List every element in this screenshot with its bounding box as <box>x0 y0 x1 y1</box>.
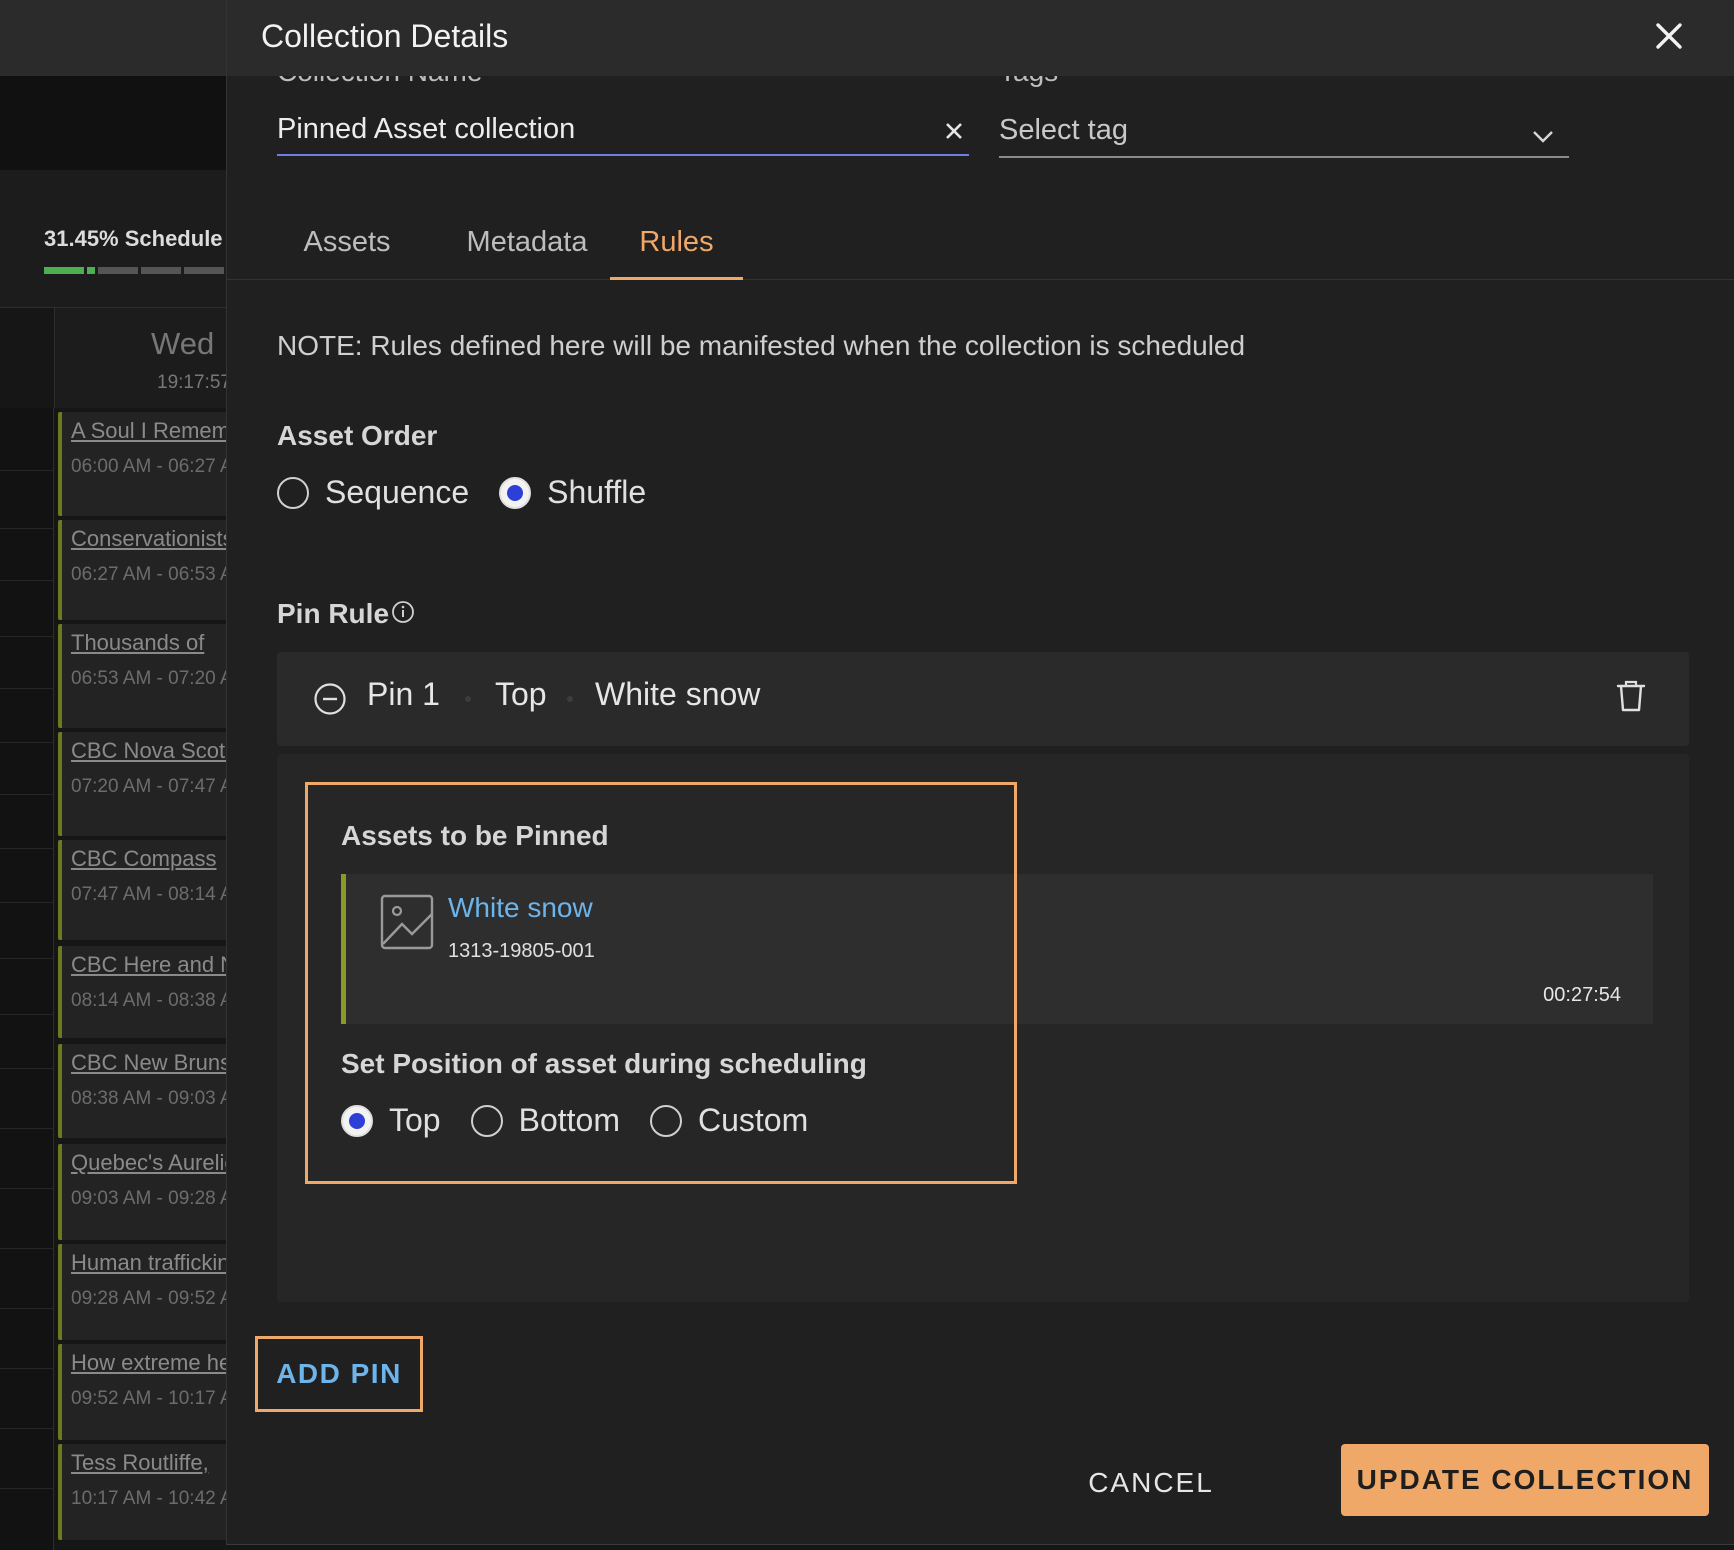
update-collection-button[interactable]: UPDATE COLLECTION <box>1341 1444 1709 1516</box>
asset-id: 1313-19805-001 <box>448 940 595 962</box>
pin-position: Top <box>495 676 547 712</box>
event-title[interactable]: CBC Nova Scotia <box>71 738 240 764</box>
tab-assets[interactable]: Assets <box>277 196 417 280</box>
position-radio-group: Top Bottom Custom <box>341 1102 838 1139</box>
tab-rules[interactable]: Rules <box>610 196 743 280</box>
event-title[interactable]: CBC New Brunswick <box>71 1050 240 1076</box>
radio-label: Custom <box>697 1102 809 1138</box>
scheduler-background: 31.45% Schedule Wed 19:17:57 A Soul I Re… <box>0 0 240 1550</box>
radio-circle[interactable] <box>277 476 309 509</box>
chevron-down-icon <box>1533 131 1553 143</box>
schedule-progress-bar <box>44 267 224 274</box>
schedule-event[interactable]: CBC Compass 07:47 AM - 08:14 AM <box>58 840 240 940</box>
info-icon[interactable] <box>391 600 415 624</box>
schedule-event[interactable]: Human trafficking 09:28 AM - 09:52 AM <box>58 1244 240 1340</box>
event-time: 07:47 AM - 08:14 AM <box>71 884 240 905</box>
asset-order-radio-group: Sequence Shuffle <box>277 474 676 511</box>
schedule-event[interactable]: Quebec's Aurelie 09:03 AM - 09:28 AM <box>58 1144 240 1240</box>
cancel-button[interactable]: CANCEL <box>1069 1448 1233 1518</box>
event-title[interactable]: How extreme heat <box>71 1350 240 1376</box>
collection-details-dialog: Collection Details Collection Name Tags … <box>226 0 1734 1545</box>
radio-label: Shuffle <box>547 474 647 510</box>
event-title[interactable]: Thousands of <box>71 630 240 656</box>
event-time: 09:28 AM - 09:52 AM <box>71 1288 240 1309</box>
event-title[interactable]: CBC Compass <box>71 846 240 872</box>
scheduler-topbar <box>0 0 240 76</box>
event-time: 08:14 AM - 08:38 AM <box>71 990 240 1011</box>
radio-bottom[interactable]: Bottom <box>470 1102 620 1139</box>
pin-name: Pin 1 <box>367 676 440 712</box>
event-time: 06:53 AM - 07:20 AM <box>71 668 240 689</box>
day-name: Wed <box>151 326 215 361</box>
collapse-icon[interactable] <box>313 682 347 716</box>
pin-asset-name: White snow <box>595 676 761 712</box>
schedule-event[interactable]: CBC Nova Scotia 07:20 AM - 07:47 AM <box>58 732 240 836</box>
tag-select[interactable]: Select tag <box>999 106 1569 158</box>
day-column-header: Wed 19:17:57 <box>54 308 240 408</box>
event-title[interactable]: Conservationists <box>71 526 240 552</box>
image-placeholder-icon <box>380 894 434 950</box>
rules-note: NOTE: Rules defined here will be manifes… <box>277 330 1246 361</box>
event-title[interactable]: Tess Routliffe, <box>71 1450 240 1476</box>
schedule-event[interactable]: Tess Routliffe, 10:17 AM - 10:42 AM <box>58 1444 240 1540</box>
radio-custom[interactable]: Custom <box>649 1102 809 1139</box>
asset-order-label: Asset Order <box>277 420 438 451</box>
radio-circle[interactable] <box>499 476 532 509</box>
schedule-event[interactable]: A Soul I Remember 06:00 AM - 06:27 AM <box>58 412 240 516</box>
event-time: 06:27 AM - 06:53 AM <box>71 564 240 585</box>
time-gutter <box>0 408 54 1550</box>
asset-duration: 00:27:54 <box>1543 984 1621 1006</box>
event-title[interactable]: Human trafficking <box>71 1250 240 1276</box>
tab-bar: Assets Metadata Rules <box>227 196 1734 280</box>
add-pin-button[interactable]: ADD PIN <box>255 1336 423 1412</box>
assets-to-be-pinned-label: Assets to be Pinned <box>341 820 609 851</box>
tag-select-placeholder: Select tag <box>999 114 1128 146</box>
event-time: 06:00 AM - 06:27 AM <box>71 456 240 477</box>
day-time: 19:17:57 <box>157 372 231 393</box>
radio-circle[interactable] <box>470 1104 503 1137</box>
collection-name-input[interactable] <box>277 104 969 154</box>
radio-label: Sequence <box>325 474 470 510</box>
pin-rule-label: Pin Rule <box>277 598 390 629</box>
event-time: 08:38 AM - 09:03 AM <box>71 1088 240 1109</box>
dialog-header: Collection Details <box>227 0 1734 76</box>
schedule-percent: 31.45% Schedule <box>44 226 223 251</box>
schedule-summary: 31.45% Schedule <box>0 170 240 308</box>
schedule-event[interactable]: Thousands of 06:53 AM - 07:20 AM <box>58 624 240 728</box>
separator-dot <box>567 696 573 702</box>
radio-top[interactable]: Top <box>341 1102 441 1139</box>
radio-circle[interactable] <box>649 1104 682 1137</box>
event-title[interactable]: A Soul I Remember <box>71 418 240 444</box>
radio-label: Top <box>389 1102 441 1138</box>
schedule-event[interactable]: Conservationists 06:27 AM - 06:53 AM <box>58 520 240 620</box>
pin-header[interactable]: Pin 1 Top White snow <box>277 652 1689 746</box>
schedule-event[interactable]: CBC New Brunswick 08:38 AM - 09:03 AM <box>58 1044 240 1138</box>
schedule-event[interactable]: CBC Here and Now 08:14 AM - 08:38 AM <box>58 946 240 1038</box>
radio-circle[interactable] <box>341 1104 373 1137</box>
event-time: 07:20 AM - 07:47 AM <box>71 776 240 797</box>
radio-label: Bottom <box>518 1102 620 1138</box>
collection-name-field[interactable] <box>277 104 969 156</box>
event-time: 09:03 AM - 09:28 AM <box>71 1188 240 1209</box>
radio-sequence[interactable]: Sequence <box>277 474 469 511</box>
trash-icon[interactable] <box>1615 678 1647 714</box>
radio-shuffle[interactable]: Shuffle <box>499 474 646 511</box>
event-title[interactable]: CBC Here and Now <box>71 952 240 978</box>
dialog-title: Collection Details <box>261 18 509 54</box>
event-title[interactable]: Quebec's Aurelie <box>71 1150 240 1176</box>
clear-icon[interactable] <box>941 118 967 144</box>
close-icon[interactable] <box>1649 16 1689 56</box>
event-time: 09:52 AM - 10:17 AM <box>71 1388 240 1409</box>
set-position-label: Set Position of asset during scheduling <box>341 1048 867 1079</box>
pinned-asset-card[interactable]: White snow 1313-19805-001 00:27:54 <box>341 874 1653 1024</box>
asset-title-link[interactable]: White snow <box>448 892 593 924</box>
schedule-event[interactable]: How extreme heat 09:52 AM - 10:17 AM <box>58 1344 240 1440</box>
tab-metadata[interactable]: Metadata <box>443 196 611 280</box>
separator-dot <box>465 696 471 702</box>
scheduler-band <box>0 76 240 170</box>
event-time: 10:17 AM - 10:42 AM <box>71 1488 240 1509</box>
